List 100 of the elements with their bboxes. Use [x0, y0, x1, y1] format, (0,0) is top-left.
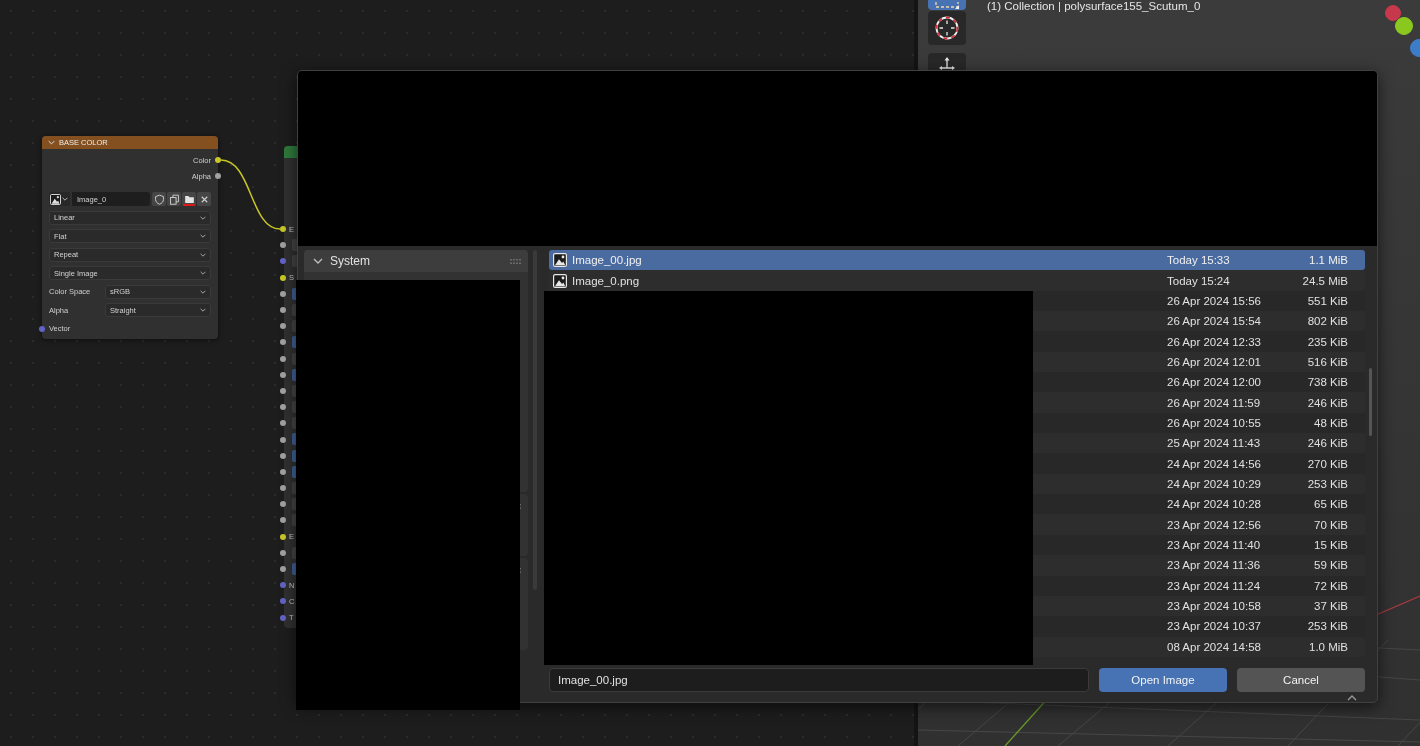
socket-dot-icon[interactable] [280, 436, 286, 443]
file-size: 15 KiB [1313, 539, 1348, 551]
file-size: 37 KiB [1313, 600, 1348, 612]
socket-dot-icon[interactable] [280, 242, 286, 249]
file-date: 25 Apr 2024 11:43 [1167, 437, 1262, 450]
image-file-icon [553, 273, 567, 288]
file-size: 738 KiB [1306, 376, 1348, 389]
panel-header[interactable]: System [304, 250, 528, 272]
file-date: Today 15:24 [1167, 274, 1231, 287]
value-field[interactable] [292, 255, 297, 268]
socket-dot-icon[interactable] [280, 420, 286, 427]
filename-field[interactable]: Image_00.jpg [549, 668, 1089, 692]
socket-dot-icon[interactable] [280, 355, 286, 362]
axis-gizmo-icon[interactable] [1384, 4, 1402, 22]
file-date: 24 Apr 2024 14:56 [1167, 457, 1262, 470]
socket-dot-icon[interactable] [280, 371, 286, 378]
folder-button[interactable] [182, 192, 196, 206]
box-select-icon [933, 2, 961, 10]
file-size: 270 KiB [1306, 457, 1348, 470]
axis-gizmo-icon[interactable] [1394, 16, 1414, 36]
socket-dot-icon[interactable] [280, 549, 286, 556]
tool-button[interactable] [928, 11, 966, 45]
chevron-down-icon [200, 271, 206, 275]
file-name: Image_0.png [572, 274, 641, 287]
file-size: 246 KiB [1306, 396, 1348, 409]
file-date: 26 Apr 2024 15:56 [1167, 294, 1262, 307]
value-field[interactable] [292, 239, 297, 252]
image-browse-button[interactable] [49, 192, 70, 206]
file-size: 59 KiB [1313, 559, 1348, 572]
copy-button[interactable] [167, 192, 181, 206]
file-date: Today 15:33 [1167, 254, 1231, 267]
socket-dot-icon[interactable] [280, 501, 286, 508]
socket-dot-icon[interactable] [280, 533, 286, 540]
file-date: 23 Apr 2024 12:56 [1167, 518, 1262, 531]
file-size: 253 KiB [1306, 477, 1348, 490]
socket-dot-icon[interactable] [280, 323, 286, 330]
file-date: 08 Apr 2024 14:58 [1167, 640, 1262, 653]
socket-dot-icon[interactable] [215, 157, 221, 163]
image-file-icon [553, 253, 567, 268]
axis-gizmo-icon[interactable] [1409, 38, 1420, 58]
close-button[interactable] [197, 192, 211, 206]
open-image-button[interactable]: Open Image [1099, 668, 1227, 692]
file-date: 26 Apr 2024 12:01 [1167, 355, 1262, 368]
move-arrows-icon [938, 56, 956, 70]
socket-dot-icon[interactable] [280, 517, 286, 524]
socket-dot-icon[interactable] [280, 598, 286, 605]
chevron-down-icon [62, 197, 68, 201]
chevron-down-icon [200, 308, 206, 312]
socket-dot-icon[interactable] [280, 226, 286, 233]
socket-dot-icon[interactable] [280, 404, 286, 411]
file-size: 253 KiB [1306, 620, 1348, 633]
file-size: 1.1 MiB [1308, 254, 1348, 267]
socket-dot-icon[interactable] [280, 485, 286, 492]
crosshair-cursor-icon [934, 15, 960, 41]
chevron-down-icon [200, 234, 206, 238]
socket-dot-icon[interactable] [280, 387, 286, 394]
file-date: 26 Apr 2024 12:00 [1167, 376, 1262, 389]
socket-dot-icon[interactable] [280, 290, 286, 297]
folder-icon [183, 193, 195, 205]
socket-dot-icon[interactable] [280, 468, 286, 475]
socket-dot-icon[interactable] [215, 173, 221, 179]
socket-dot-icon[interactable] [39, 325, 45, 332]
file-date: 23 Apr 2024 10:58 [1167, 600, 1262, 612]
grip-dots-icon[interactable] [510, 258, 522, 264]
chevron-down-icon [48, 140, 55, 145]
socket-dot-icon[interactable] [280, 339, 286, 346]
tool-button[interactable] [928, 53, 966, 70]
socket-dot-icon[interactable] [280, 274, 286, 281]
node-header[interactable] [284, 146, 297, 158]
file-size: 65 KiB [1313, 498, 1348, 511]
file-date: 24 Apr 2024 10:28 [1167, 498, 1262, 511]
file-size: 72 KiB [1313, 579, 1348, 592]
socket-dot-icon[interactable] [280, 582, 286, 589]
viewport-info-text: (1) Collection | polysurface155_Scutum_0 [987, 0, 1201, 12]
socket-dot-icon[interactable] [280, 566, 286, 573]
file-size: 70 KiB [1313, 518, 1348, 531]
file-date: 26 Apr 2024 15:54 [1167, 315, 1262, 328]
file-date: 23 Apr 2024 11:40 [1167, 539, 1262, 551]
cancel-button[interactable]: Cancel [1237, 668, 1365, 692]
file-name: Image_00.jpg [572, 254, 643, 267]
shield-button[interactable] [152, 192, 166, 206]
socket-dot-icon[interactable] [280, 614, 286, 621]
socket-dot-icon[interactable] [280, 452, 286, 459]
file-size: 246 KiB [1306, 437, 1348, 450]
chevron-up-icon[interactable] [1347, 695, 1357, 701]
chevron-down-icon [313, 258, 323, 264]
chevron-down-icon [200, 289, 206, 294]
file-size: 802 KiB [1306, 315, 1348, 328]
file-date: 26 Apr 2024 10:55 [1167, 416, 1262, 429]
chevron-down-icon [200, 252, 206, 257]
scrollbar[interactable] [1369, 368, 1372, 436]
file-size: 1.0 MiB [1308, 640, 1348, 653]
copy-icon [168, 193, 180, 205]
file-date: 24 Apr 2024 10:29 [1167, 477, 1262, 490]
file-row[interactable]: Image_00.jpg Today 15:33 1.1 MiB [549, 250, 1365, 271]
file-date: 26 Apr 2024 12:33 [1167, 335, 1262, 348]
socket-dot-icon[interactable] [280, 258, 286, 265]
socket-dot-icon[interactable] [280, 307, 286, 314]
file-date: 23 Apr 2024 11:36 [1167, 559, 1262, 572]
shield-icon [153, 193, 165, 205]
